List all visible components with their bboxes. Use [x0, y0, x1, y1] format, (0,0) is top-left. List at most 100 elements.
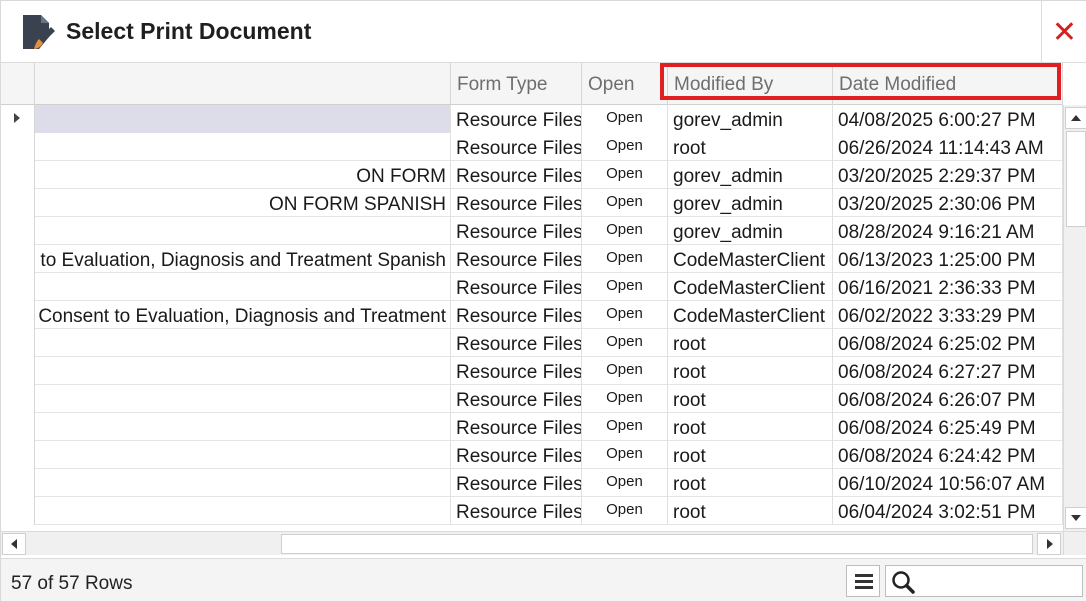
table-row[interactable]: Resource Files Open root 06/08/2024 6:24:42… — [1, 441, 1063, 469]
table-row[interactable]: Resource Files Open gorev_admin 08/28/2024 … — [1, 217, 1063, 245]
cell-name — [35, 469, 451, 497]
cell-date-modified: 06/08/2024 6:27:27 PM — [833, 357, 1063, 385]
cell-open-link[interactable]: Open — [582, 301, 668, 329]
column-header-modified-by[interactable]: Modified By — [668, 63, 833, 105]
cell-open-link[interactable]: Open — [582, 441, 668, 469]
cell-name — [35, 273, 451, 301]
cell-open-link[interactable]: Open — [582, 161, 668, 189]
document-brush-icon — [23, 15, 55, 49]
table-row[interactable]: Resource Files Open gorev_admin 04/08/2025 … — [1, 105, 1063, 133]
cell-open-link[interactable]: Open — [582, 357, 668, 385]
row-indicator[interactable] — [1, 133, 35, 161]
column-header-form-type[interactable]: Form Type — [451, 63, 582, 105]
cell-open-link[interactable]: Open — [582, 329, 668, 357]
cell-open-link[interactable]: Open — [582, 189, 668, 217]
search-input[interactable] — [918, 569, 1078, 593]
documents-grid: Form Type Open Modified By Date Modified… — [1, 63, 1086, 558]
cell-modified-by: root — [668, 357, 833, 385]
scroll-up-button[interactable] — [1065, 107, 1086, 129]
scrollbar-corner — [1063, 531, 1086, 555]
row-indicator[interactable] — [1, 189, 35, 217]
cell-date-modified: 06/08/2024 6:24:42 PM — [833, 441, 1063, 469]
cell-date-modified: 03/20/2025 2:29:37 PM — [833, 161, 1063, 189]
row-indicator[interactable] — [1, 301, 35, 329]
cell-open-link[interactable]: Open — [582, 245, 668, 273]
cell-form-type: Resource Files — [451, 357, 582, 385]
table-row[interactable]: Resource Files Open root 06/08/2024 6:27:27… — [1, 357, 1063, 385]
table-row[interactable]: Resource Files Open root 06/26/2024 11:14:4… — [1, 133, 1063, 161]
row-indicator[interactable] — [1, 105, 35, 133]
cell-name — [35, 497, 451, 525]
horizontal-scroll-thumb[interactable] — [281, 534, 1033, 554]
row-indicator[interactable] — [1, 413, 35, 441]
scroll-down-button[interactable] — [1065, 507, 1086, 529]
cell-form-type: Resource Files — [451, 497, 582, 525]
table-row[interactable]: Resource Files Open root 06/08/2024 6:26:07… — [1, 385, 1063, 413]
cell-date-modified: 06/08/2024 6:25:02 PM — [833, 329, 1063, 357]
table-row[interactable]: Resource Files Open CodeMasterClient 06/16/… — [1, 273, 1063, 301]
table-row[interactable]: ON FORM SPANISH Resource Files Open gorev_a… — [1, 189, 1063, 217]
grid-header: Form Type Open Modified By Date Modified — [1, 63, 1063, 105]
table-row[interactable]: Resource Files Open root 06/08/2024 6:25:02… — [1, 329, 1063, 357]
vertical-scroll-thumb[interactable] — [1066, 131, 1086, 227]
table-row[interactable]: Consent to Evaluation, Diagnosis and Tre… — [1, 301, 1063, 329]
column-header-name[interactable] — [35, 63, 451, 105]
row-indicator[interactable] — [1, 469, 35, 497]
table-row[interactable]: Resource Files Open root 06/08/2024 6:25:49… — [1, 413, 1063, 441]
cell-name: ON FORM — [35, 161, 451, 189]
grid-body: Resource Files Open gorev_admin 04/08/2025 … — [1, 105, 1063, 531]
cell-open-link[interactable]: Open — [582, 469, 668, 497]
cell-modified-by: gorev_admin — [668, 217, 833, 245]
row-indicator[interactable] — [1, 245, 35, 273]
cell-open-link[interactable]: Open — [582, 273, 668, 301]
row-count-label: 57 of 57 Rows — [11, 573, 133, 594]
cell-form-type: Resource Files — [451, 105, 582, 133]
horizontal-scrollbar[interactable] — [1, 531, 1063, 555]
cell-open-link[interactable]: Open — [582, 385, 668, 413]
scroll-right-button[interactable] — [1037, 533, 1061, 555]
vertical-scrollbar[interactable] — [1063, 105, 1086, 531]
table-row[interactable]: Resource Files Open root 06/04/2024 3:02:51… — [1, 497, 1063, 525]
cell-form-type: Resource Files — [451, 441, 582, 469]
column-header-date-modified[interactable]: Date Modified — [833, 63, 1063, 105]
row-indicator[interactable] — [1, 357, 35, 385]
close-button[interactable]: ✕ — [1041, 1, 1086, 63]
cell-modified-by: root — [668, 133, 833, 161]
cell-modified-by: root — [668, 497, 833, 525]
cell-form-type: Resource Files — [451, 469, 582, 497]
row-indicator[interactable] — [1, 441, 35, 469]
cell-date-modified: 04/08/2025 6:00:27 PM — [833, 105, 1063, 133]
cell-date-modified: 06/13/2023 1:25:00 PM — [833, 245, 1063, 273]
table-row[interactable]: to Evaluation, Diagnosis and Treatment S… — [1, 245, 1063, 273]
cell-open-link[interactable]: Open — [582, 133, 668, 161]
row-indicator[interactable] — [1, 273, 35, 301]
cell-name — [35, 441, 451, 469]
cell-name — [35, 413, 451, 441]
table-row[interactable]: Resource Files Open root 06/10/2024 10:56:0… — [1, 469, 1063, 497]
cell-modified-by: root — [668, 441, 833, 469]
column-header-open[interactable]: Open — [582, 63, 668, 105]
cell-form-type: Resource Files — [451, 329, 582, 357]
row-indicator[interactable] — [1, 217, 35, 245]
cell-form-type: Resource Files — [451, 217, 582, 245]
table-row[interactable]: ON FORM Resource Files Open gorev_admin 03/2… — [1, 161, 1063, 189]
cell-open-link[interactable]: Open — [582, 497, 668, 525]
dialog-title: Select Print Document — [66, 18, 312, 44]
row-indicator[interactable] — [1, 329, 35, 357]
cell-modified-by: gorev_admin — [668, 161, 833, 189]
cell-open-link[interactable]: Open — [582, 217, 668, 245]
search-box[interactable] — [885, 565, 1083, 597]
cell-open-link[interactable]: Open — [582, 105, 668, 133]
column-menu-button[interactable] — [846, 565, 880, 597]
cell-date-modified: 06/08/2024 6:25:49 PM — [833, 413, 1063, 441]
cell-modified-by: root — [668, 413, 833, 441]
scroll-left-button[interactable] — [2, 533, 26, 555]
cell-date-modified: 06/02/2022 3:33:29 PM — [833, 301, 1063, 329]
row-indicator[interactable] — [1, 385, 35, 413]
cell-date-modified: 08/28/2024 9:16:21 AM — [833, 217, 1063, 245]
cell-date-modified: 03/20/2025 2:30:06 PM — [833, 189, 1063, 217]
cell-open-link[interactable]: Open — [582, 413, 668, 441]
row-indicator[interactable] — [1, 161, 35, 189]
cell-name — [35, 105, 451, 133]
row-indicator[interactable] — [1, 497, 35, 525]
